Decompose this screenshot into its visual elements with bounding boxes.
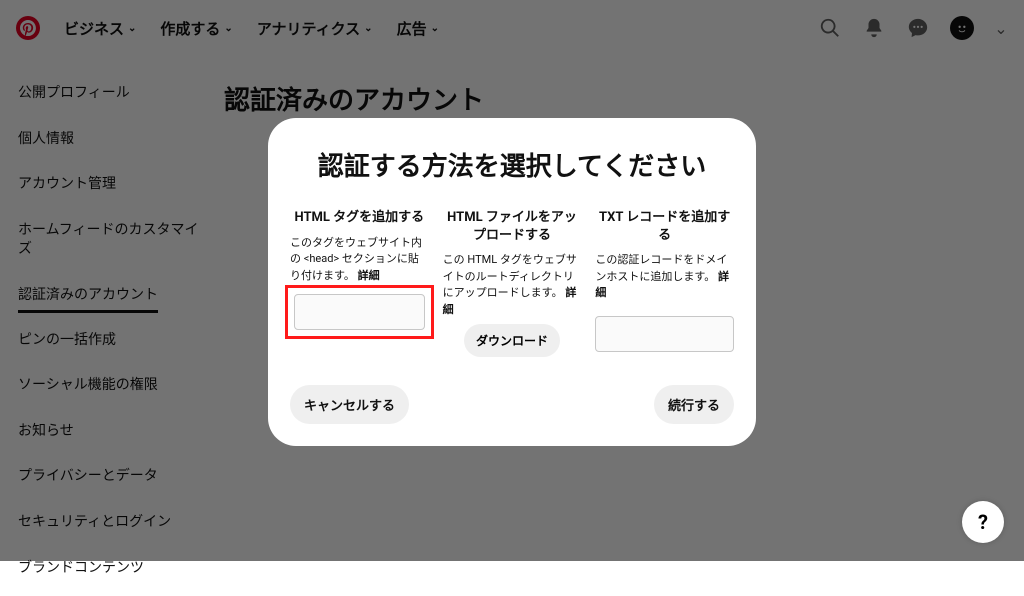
help-button[interactable]: ? bbox=[962, 501, 1004, 543]
html-tag-field[interactable] bbox=[294, 294, 425, 330]
option-html-file-desc: この HTML タグをウェブサイトのルートディレクトリにアップロードします。 詳… bbox=[443, 252, 582, 318]
option-txt-record-desc: この認証レコードをドメインホストに追加します。 詳細 bbox=[595, 252, 734, 302]
detail-link[interactable]: 詳細 bbox=[358, 269, 380, 282]
modal-overlay: 認証する方法を選択してください HTML タグを追加する このタグをウェブサイト… bbox=[0, 0, 1024, 561]
download-button[interactable]: ダウンロード bbox=[464, 324, 560, 357]
option-html-file-title: HTML ファイルをアップロードする bbox=[443, 209, 582, 244]
verify-method-modal: 認証する方法を選択してください HTML タグを追加する このタグをウェブサイト… bbox=[268, 118, 756, 446]
modal-title: 認証する方法を選択してください bbox=[290, 146, 734, 183]
option-html-file[interactable]: HTML ファイルをアップロードする この HTML タグをウェブサイトのルート… bbox=[443, 209, 582, 357]
option-html-tag-desc: このタグをウェブサイト内の <head> セクションに貼り付けます。 詳細 bbox=[290, 235, 429, 285]
option-txt-record[interactable]: TXT レコードを追加する この認証レコードをドメインホストに追加します。 詳細 bbox=[595, 209, 734, 357]
option-html-tag-title: HTML タグを追加する bbox=[290, 209, 429, 227]
option-txt-record-title: TXT レコードを追加する bbox=[595, 209, 734, 244]
option-html-tag[interactable]: HTML タグを追加する このタグをウェブサイト内の <head> セクションに… bbox=[290, 209, 429, 357]
txt-record-field[interactable] bbox=[595, 316, 734, 352]
highlight-box bbox=[285, 285, 434, 339]
cancel-button[interactable]: キャンセルする bbox=[290, 385, 409, 424]
continue-button[interactable]: 続行する bbox=[654, 385, 734, 424]
